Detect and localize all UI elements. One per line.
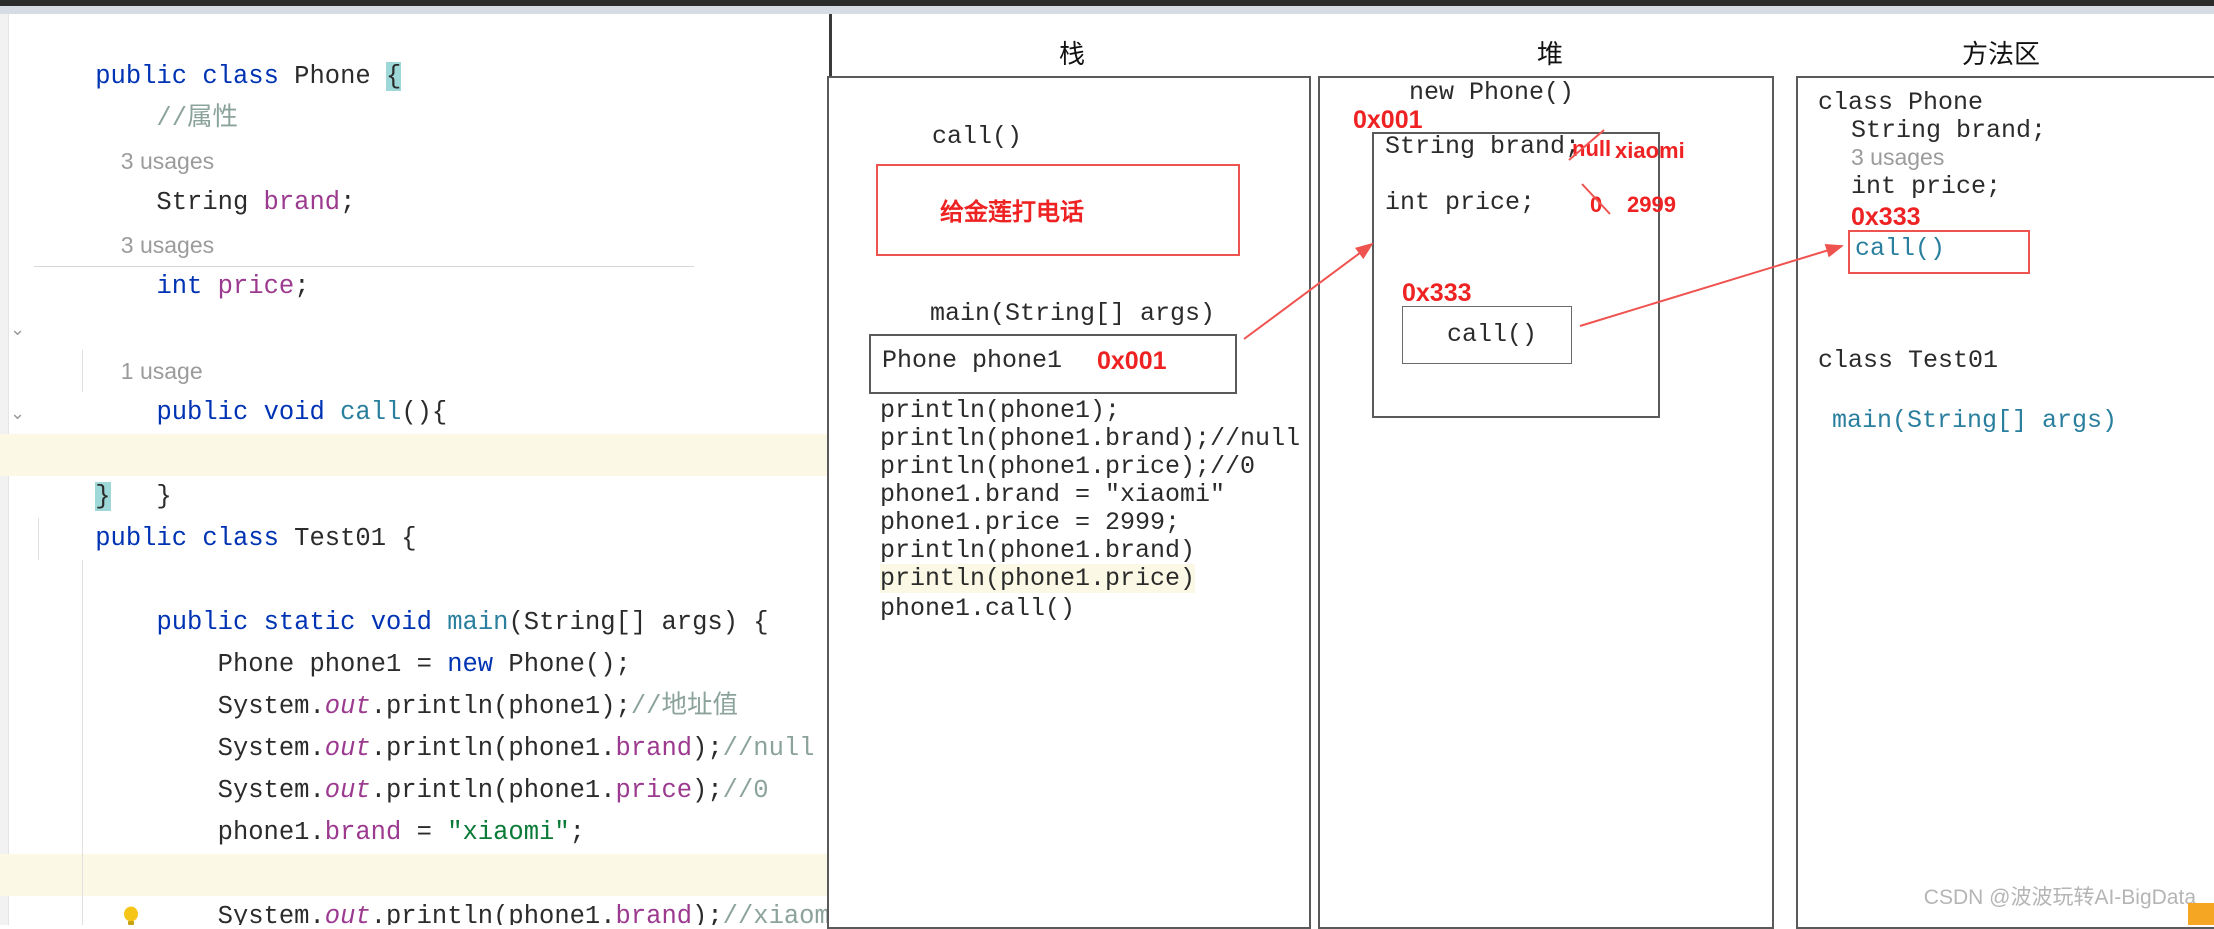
stack-statement: phone1.price = 2999; <box>880 508 1181 537</box>
stack-statement: println(phone1.price);//0 <box>880 452 1256 481</box>
indent-guide <box>82 644 83 686</box>
method-area-phone-method-address: 0x333 <box>1851 203 1921 231</box>
heap-object-address: 0x001 <box>1353 106 1423 134</box>
indent-guide <box>82 812 83 854</box>
indent-guide <box>82 728 83 770</box>
code-line[interactable]: //属性 <box>0 56 830 133</box>
heap-field-price-decl: int price; <box>1385 188 1536 217</box>
indent-guide <box>82 686 83 728</box>
code-line[interactable]: System.out.println(phone1.brand);//xiaom… <box>0 812 830 925</box>
fold-arrow-icon[interactable]: ⌄ <box>10 392 25 434</box>
stack-main-var-value: 0x001 <box>1097 347 1167 375</box>
method-area-phone-field-price: int price; <box>1851 172 2002 201</box>
intention-bulb-icon[interactable] <box>30 859 138 925</box>
stack-call-output-text: 给金莲打电话 <box>940 199 1084 226</box>
heap-method-pointer-address: 0x333 <box>1402 279 1472 307</box>
section-divider <box>34 266 694 267</box>
heap-field-brand-old-value: null <box>1572 136 1612 161</box>
indent-guide <box>82 770 83 812</box>
stack-statement: println(phone1); <box>880 396 1121 425</box>
code-line[interactable]: ⌄ public void call(){ <box>0 308 830 427</box>
code-line[interactable]: int price; <box>0 224 830 301</box>
indent-guide <box>82 602 83 644</box>
stack-call-frame-label: call() <box>932 122 1023 151</box>
code-line[interactable]: public static void main(String[] args) { <box>0 518 830 637</box>
method-area-phone-field-brand: String brand; <box>1851 116 2047 145</box>
code-line[interactable]: public class Test01 { <box>0 476 830 553</box>
code-line[interactable]: String brand; <box>0 140 830 217</box>
method-area-phone-usages: 3 usages <box>1851 144 1945 170</box>
stack-main-frame-label: main(String[] args) <box>930 299 1216 328</box>
indent-guide <box>82 560 83 602</box>
code-line-highlighted[interactable]: System.out.println(phone1.price);//2999 <box>0 854 830 925</box>
code-line[interactable]: System.out.println(phone1);//地址值 <box>0 602 830 721</box>
window-toolbar-strip <box>0 6 2214 14</box>
code-line[interactable]: phone1.price = 2999; <box>0 770 830 889</box>
code-line[interactable]: phone1.brand = "xiaomi"; <box>0 728 830 847</box>
indent-guide <box>82 896 83 925</box>
corner-flag-decoration <box>2188 903 2214 925</box>
heap-object-box <box>1372 132 1660 418</box>
code-line-usage-hint[interactable]: 3 usages <box>0 182 830 258</box>
heap-field-price-old-value: 0 <box>1590 192 1603 217</box>
stack-statement: println(phone1.brand);//null <box>880 424 1301 453</box>
fold-arrow-icon[interactable]: ⌄ <box>10 308 25 350</box>
indent-guide <box>82 350 83 392</box>
code-line[interactable]: System.out.println("给金莲打电话"); <box>0 350 830 469</box>
code-line-highlighted[interactable]: } <box>0 434 830 511</box>
watermark-text: CSDN @波波玩转AI-BigData <box>1923 886 2196 909</box>
stack-statement: phone1.brand = "xiaomi" <box>880 480 1226 509</box>
code-line[interactable]: phone1.call(); <box>0 896 830 925</box>
indent-guide <box>38 518 39 560</box>
heap-field-brand-new-value: xiaomi <box>1615 138 1685 163</box>
code-line[interactable]: System.out.println(phone1.price);//0 <box>0 686 830 805</box>
code-line-usage-hint[interactable]: 3 usages <box>0 98 830 174</box>
code-line[interactable]: Phone phone1 = new Phone(); <box>0 560 830 679</box>
code-line[interactable]: System.out.println(phone1.brand);//null <box>0 644 830 763</box>
indent-guide <box>82 854 83 896</box>
method-area-test01-main: main(String[] args) <box>1832 406 2118 435</box>
stack-statement: println(phone1.brand) <box>880 536 1196 565</box>
heap-method-pointer-label: call() <box>1447 320 1538 349</box>
method-area-class-test01: class Test01 <box>1818 346 1999 375</box>
method-area-phone-method-label: call() <box>1855 234 1946 263</box>
code-line[interactable]: ⌄ } <box>0 392 830 511</box>
heap-field-brand-decl: String brand; <box>1385 132 1581 161</box>
jvm-memory-diagram: 栈 堆 方法区 call() 给金莲打电话 main(String[] args… <box>827 14 2214 929</box>
code-line-usage-hint[interactable]: 1 usage <box>0 266 830 384</box>
stack-statement-highlighted: println(phone1.price) <box>880 564 1196 593</box>
method-area-column-title: 方法区 <box>1961 39 2040 69</box>
code-editor-pane[interactable]: public class Phone { //属性 3 usages Strin… <box>0 14 830 925</box>
stack-statement: phone1.call() <box>880 594 1076 623</box>
stack-main-var-type: Phone phone1 <box>882 346 1063 375</box>
method-area-class-phone: class Phone <box>1818 88 1984 117</box>
stack-column-title: 栈 <box>1058 39 1085 69</box>
heap-field-price-new-value: 2999 <box>1627 192 1676 217</box>
heap-title: new Phone() <box>1409 78 1575 107</box>
heap-column-title: 堆 <box>1536 39 1563 69</box>
code-line[interactable]: public class Phone { <box>0 14 830 91</box>
